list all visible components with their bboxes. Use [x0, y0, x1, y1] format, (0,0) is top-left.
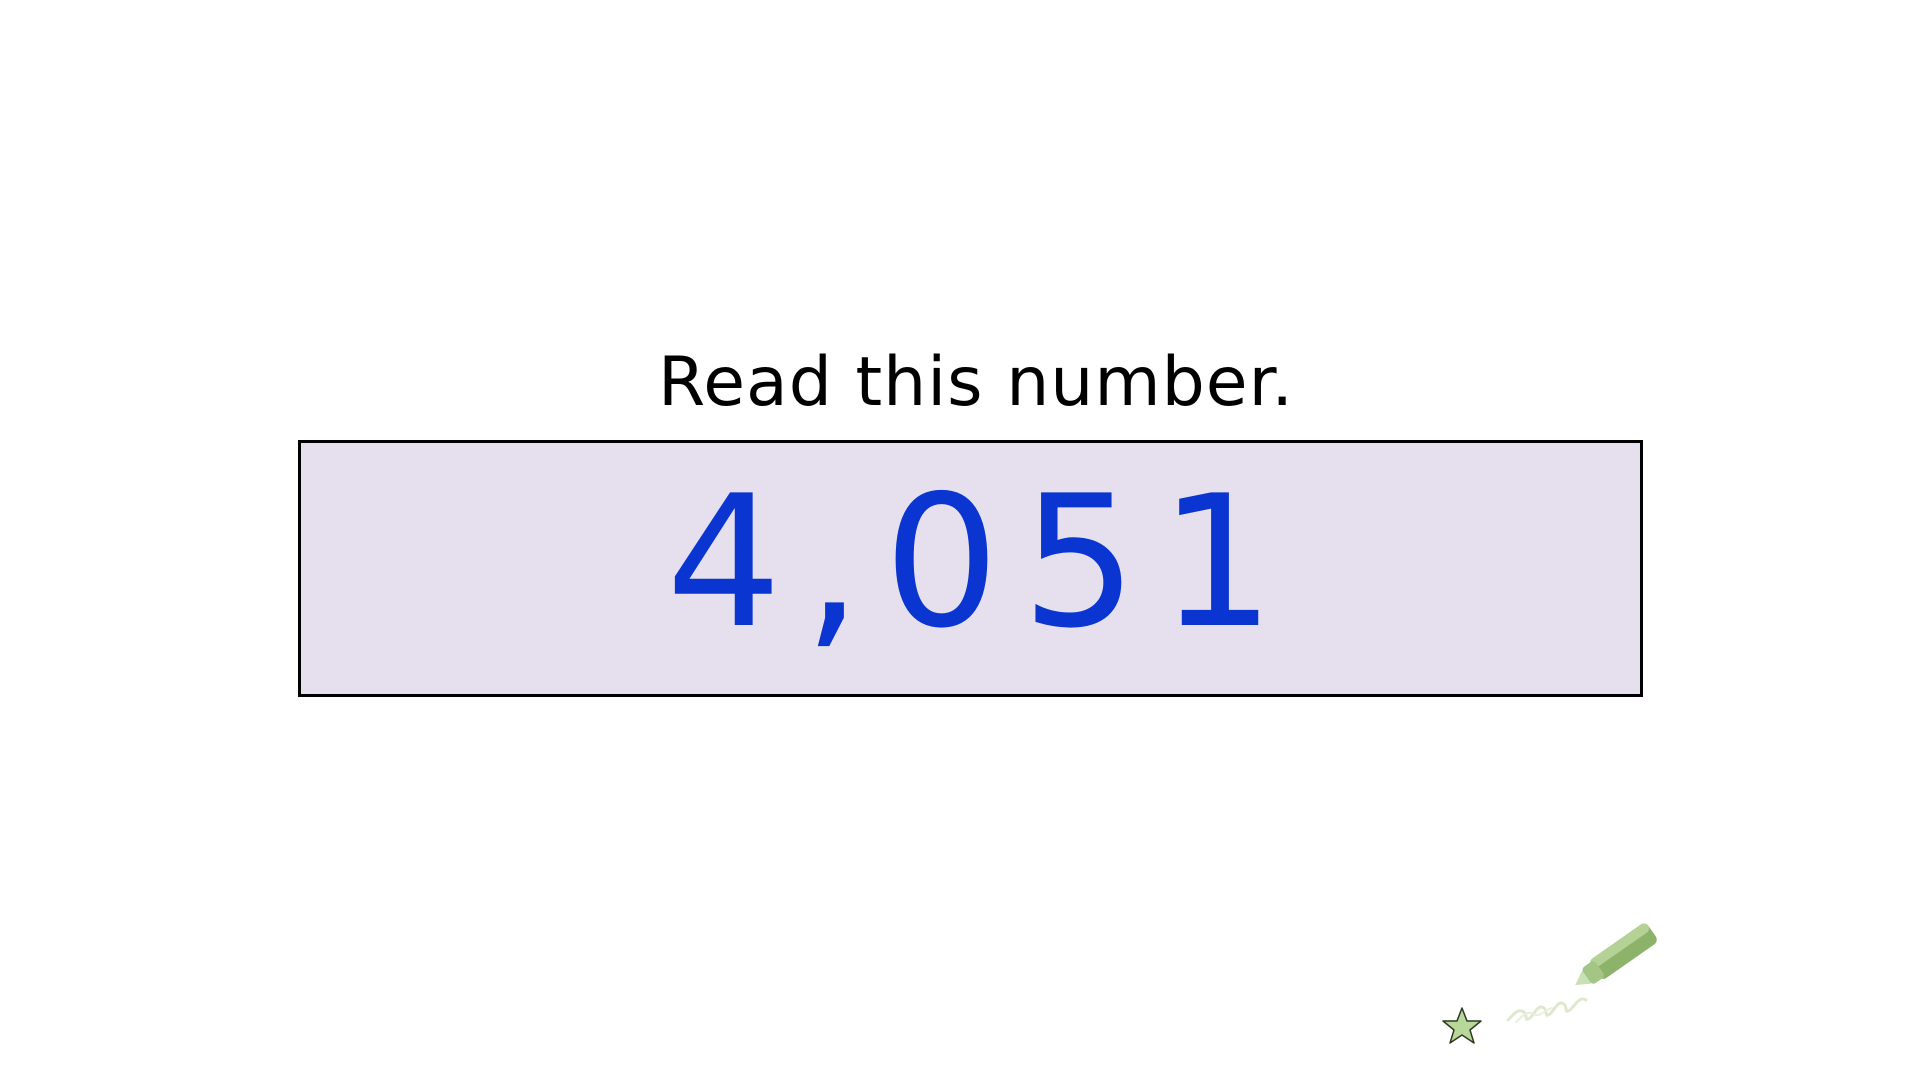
number-box: 4,051 [298, 440, 1643, 697]
pen-icon [1575, 923, 1657, 986]
star-icon [1442, 1007, 1482, 1044]
slide: Read this number. 4,051 [0, 0, 1920, 1080]
prompt-text: Read this number. [658, 343, 1294, 422]
pen-decoration [1442, 923, 1657, 1044]
number-value: 4,051 [665, 455, 1298, 668]
